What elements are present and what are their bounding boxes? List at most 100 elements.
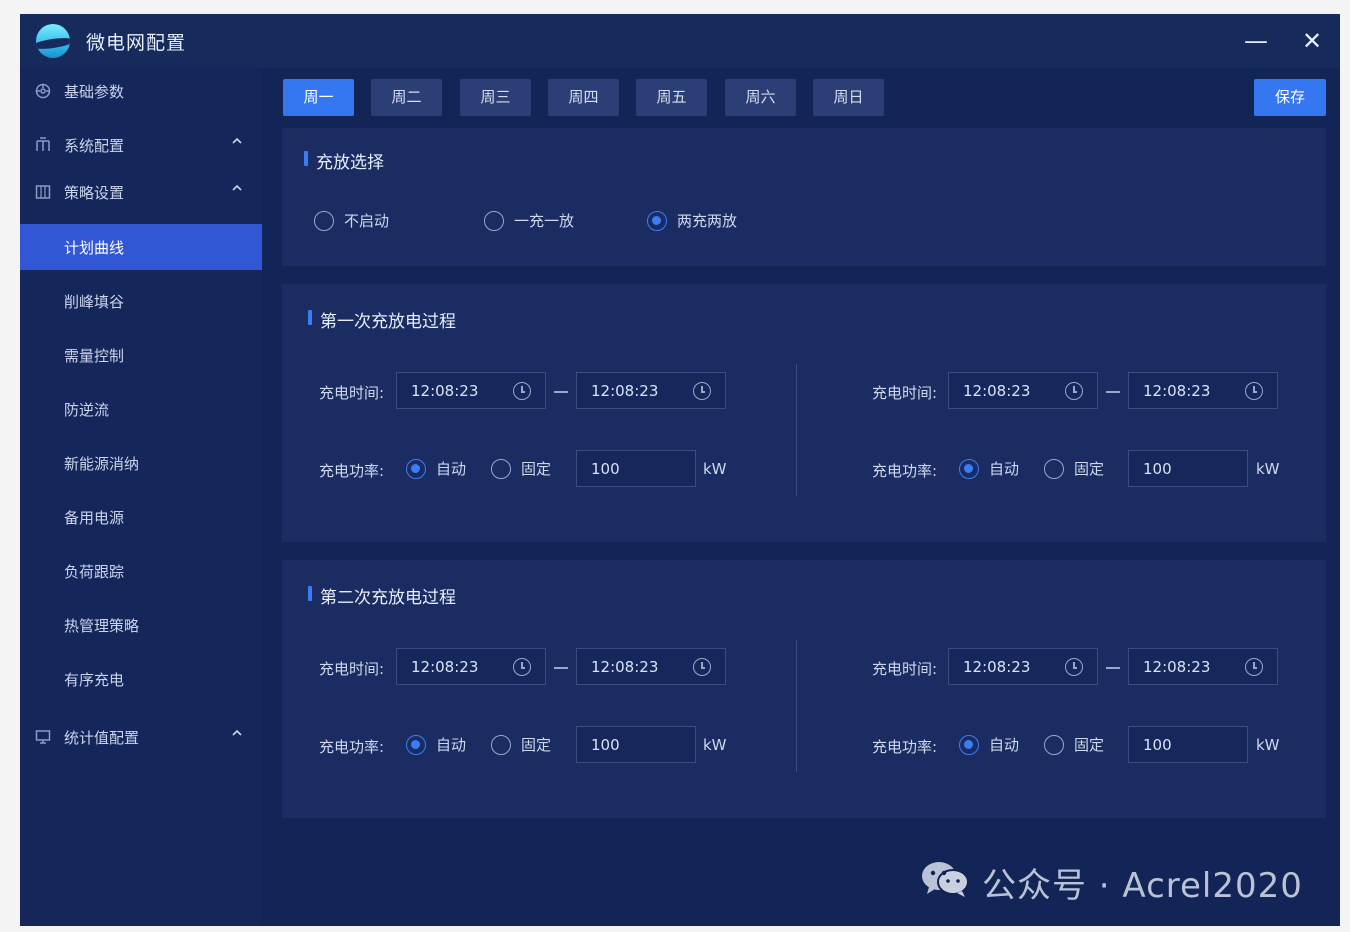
radio-not-start[interactable]: 不启动 xyxy=(314,211,414,231)
minimize-button[interactable]: — xyxy=(1239,24,1273,58)
charge-power-label: 充电功率: xyxy=(319,738,385,756)
sidebar-subitem-anti-backflow[interactable]: 防逆流 xyxy=(20,386,262,432)
power-input[interactable]: 100 xyxy=(1128,450,1248,487)
clock-icon xyxy=(1065,382,1083,400)
gear-icon xyxy=(34,82,52,100)
radio-one-charge-one-discharge[interactable]: 一充一放 xyxy=(484,211,594,231)
radio-label: 自动 xyxy=(436,460,467,478)
radio-label: 固定 xyxy=(521,460,552,478)
radio-label: 不启动 xyxy=(344,212,390,230)
power-unit: kW xyxy=(1256,460,1280,478)
radio-label: 固定 xyxy=(1074,460,1105,478)
radio-fixed[interactable]: 固定 xyxy=(491,735,561,755)
radio-fixed[interactable]: 固定 xyxy=(1044,735,1114,755)
charge-power-label: 充电功率: xyxy=(319,462,385,480)
sidebar-subitem-peak-shaving[interactable]: 削峰填谷 xyxy=(20,278,262,324)
tab-thursday[interactable]: 周四 xyxy=(548,79,619,116)
range-separator xyxy=(1106,667,1120,669)
sidebar-subitem-label: 需量控制 xyxy=(64,347,125,365)
sidebar-subitem-backup-power[interactable]: 备用电源 xyxy=(20,494,262,540)
power-input[interactable]: 100 xyxy=(576,450,696,487)
sidebar-subitem-label: 有序充电 xyxy=(64,671,125,689)
sidebar-item-strategy-settings[interactable]: 策略设置 xyxy=(20,169,262,215)
start-time-input[interactable]: 12:08:23 xyxy=(396,372,546,409)
start-time-input[interactable]: 12:08:23 xyxy=(396,648,546,685)
end-time-input[interactable]: 12:08:23 xyxy=(1128,372,1278,409)
time-value: 12:08:23 xyxy=(1143,382,1211,400)
radio-auto[interactable]: 自动 xyxy=(406,459,476,479)
sidebar-item-system-config[interactable]: 系统配置 xyxy=(20,122,262,168)
power-value: 100 xyxy=(591,460,620,478)
tab-friday[interactable]: 周五 xyxy=(636,79,707,116)
clock-icon xyxy=(1065,658,1083,676)
radio-auto[interactable]: 自动 xyxy=(959,735,1029,755)
charge-time-label: 充电时间: xyxy=(319,660,385,678)
radio-label: 两充两放 xyxy=(677,212,738,230)
sidebar-item-statistics-config[interactable]: 统计值配置 xyxy=(20,714,262,760)
radio-circle xyxy=(1044,735,1064,755)
radio-circle xyxy=(484,211,504,231)
sidebar-item-label: 策略设置 xyxy=(64,184,125,202)
end-time-input[interactable]: 12:08:23 xyxy=(576,648,726,685)
panel-title: 第二次充放电过程 xyxy=(308,583,456,608)
tab-monday[interactable]: 周一 xyxy=(283,79,354,116)
charge-time-label: 充电时间: xyxy=(872,660,938,678)
sidebar-subitem-renewable-consumption[interactable]: 新能源消纳 xyxy=(20,440,262,486)
clock-icon xyxy=(693,382,711,400)
chevron-up-icon[interactable] xyxy=(228,726,246,744)
sidebar-subitem-plan-curve[interactable]: 计划曲线 xyxy=(20,224,262,270)
radio-fixed[interactable]: 固定 xyxy=(1044,459,1114,479)
radio-auto[interactable]: 自动 xyxy=(406,735,476,755)
sidebar-item-label: 基础参数 xyxy=(64,83,125,101)
tab-wednesday[interactable]: 周三 xyxy=(460,79,531,116)
time-value: 12:08:23 xyxy=(963,658,1031,676)
column-divider xyxy=(796,640,797,772)
sidebar: 基础参数 系统配置 策略设置 计划曲线 削峰填谷 需量控制 防逆流 新能源消纳 … xyxy=(20,68,262,926)
app-logo-icon xyxy=(36,24,70,58)
close-button[interactable]: ✕ xyxy=(1295,24,1329,58)
sidebar-subitem-load-tracking[interactable]: 负荷跟踪 xyxy=(20,548,262,594)
time-value: 12:08:23 xyxy=(963,382,1031,400)
radio-circle-checked xyxy=(959,735,979,755)
sidebar-subitem-label: 防逆流 xyxy=(64,401,110,419)
start-time-input[interactable]: 12:08:23 xyxy=(948,372,1098,409)
time-value: 12:08:23 xyxy=(1143,658,1211,676)
clock-icon xyxy=(693,658,711,676)
clock-icon xyxy=(513,658,531,676)
chevron-up-icon[interactable] xyxy=(228,134,246,152)
second-process-panel: 第二次充放电过程 充电时间: 12:08:23 12:08:23 充电功率: 自… xyxy=(282,560,1326,818)
radio-fixed[interactable]: 固定 xyxy=(491,459,561,479)
time-value: 12:08:23 xyxy=(591,382,659,400)
sidebar-subitem-thermal-strategy[interactable]: 热管理策略 xyxy=(20,602,262,648)
power-input[interactable]: 100 xyxy=(1128,726,1248,763)
end-time-input[interactable]: 12:08:23 xyxy=(1128,648,1278,685)
sidebar-item-basic-params[interactable]: 基础参数 xyxy=(20,68,262,114)
tab-sunday[interactable]: 周日 xyxy=(813,79,884,116)
sidebar-subitem-demand-control[interactable]: 需量控制 xyxy=(20,332,262,378)
power-input[interactable]: 100 xyxy=(576,726,696,763)
clock-icon xyxy=(1245,658,1263,676)
tab-saturday[interactable]: 周六 xyxy=(725,79,796,116)
sidebar-item-label: 统计值配置 xyxy=(64,729,140,747)
radio-auto[interactable]: 自动 xyxy=(959,459,1029,479)
radio-label: 自动 xyxy=(436,736,467,754)
charge-time-label: 充电时间: xyxy=(319,384,385,402)
end-time-input[interactable]: 12:08:23 xyxy=(576,372,726,409)
radio-two-charge-two-discharge[interactable]: 两充两放 xyxy=(647,211,757,231)
range-separator xyxy=(554,391,568,393)
radio-label: 固定 xyxy=(521,736,552,754)
power-value: 100 xyxy=(1143,736,1172,754)
app-window: 微电网配置 — ✕ 基础参数 系统配置 策略设置 计划曲线 削峰填谷 需量控制 … xyxy=(20,14,1340,926)
title-bar: 微电网配置 — ✕ xyxy=(20,14,1340,68)
sidebar-subitem-ordered-charging[interactable]: 有序充电 xyxy=(20,656,262,702)
start-time-input[interactable]: 12:08:23 xyxy=(948,648,1098,685)
power-value: 100 xyxy=(1143,460,1172,478)
chevron-up-icon[interactable] xyxy=(228,181,246,199)
tab-tuesday[interactable]: 周二 xyxy=(371,79,442,116)
charge-power-label: 充电功率: xyxy=(872,738,938,756)
sidebar-subitem-label: 负荷跟踪 xyxy=(64,563,125,581)
time-value: 12:08:23 xyxy=(411,382,479,400)
radio-circle xyxy=(1044,459,1064,479)
range-separator xyxy=(1106,391,1120,393)
save-button[interactable]: 保存 xyxy=(1254,79,1326,116)
